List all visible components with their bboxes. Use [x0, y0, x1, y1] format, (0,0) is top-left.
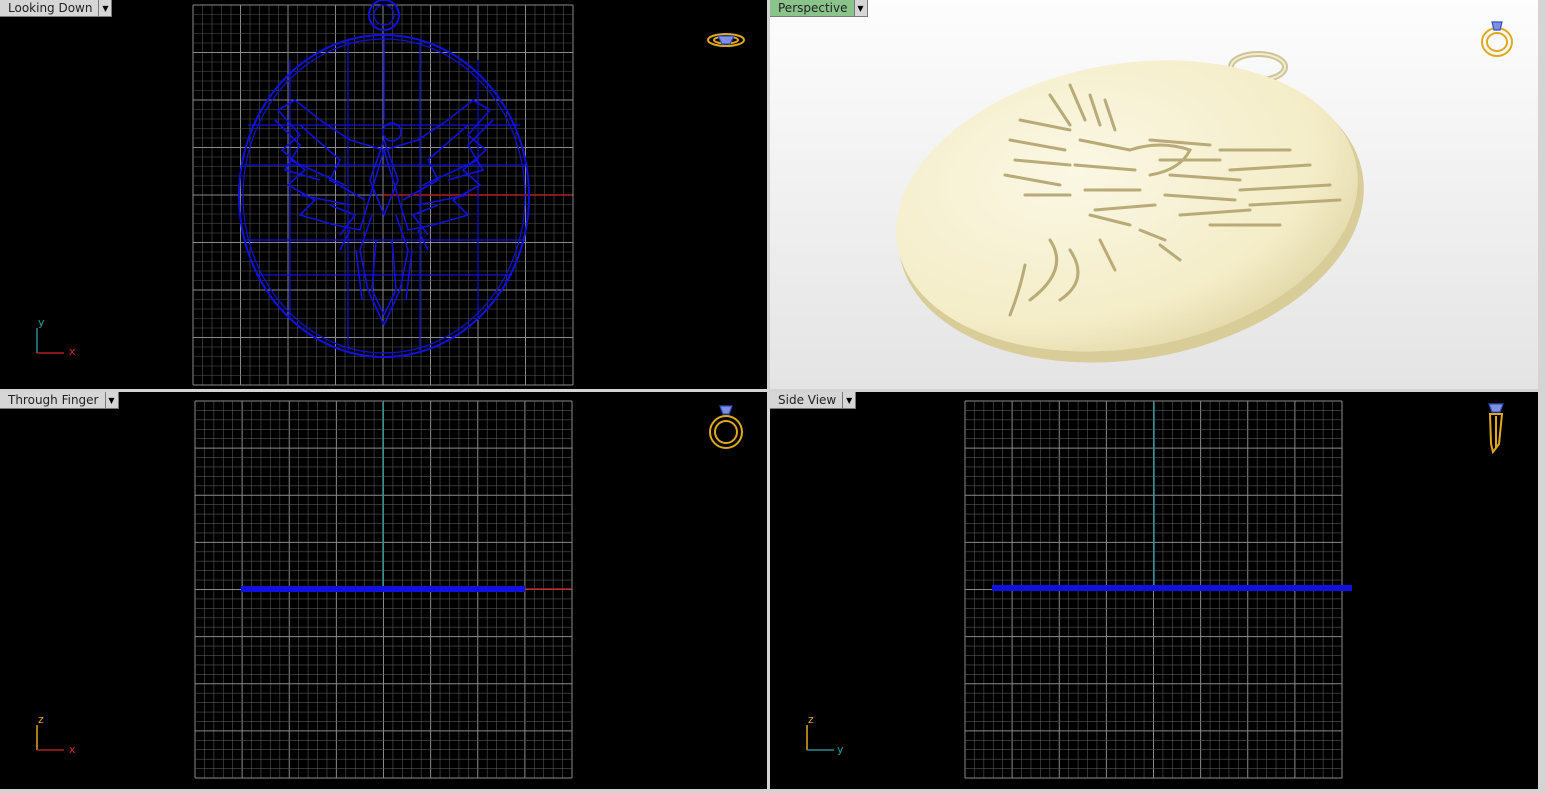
- viewport-tab-looking-down[interactable]: Looking Down ▼: [0, 0, 113, 17]
- ring-perspective-icon: [1481, 21, 1513, 57]
- ring-front-view-icon: [709, 405, 743, 449]
- viewport-tab-through-finger[interactable]: Through Finger ▼: [0, 392, 119, 409]
- dropdown-arrow-icon[interactable]: ▼: [843, 392, 857, 409]
- axis-label-h: x: [69, 345, 76, 358]
- side-view-canvas: z y: [806, 400, 1504, 779]
- axis-label-v: z: [38, 713, 44, 726]
- pendant-profile: [992, 585, 1352, 591]
- viewport-side-view[interactable]: Side View ▼ z y: [770, 392, 1538, 789]
- viewport-tab-label: Side View: [770, 392, 844, 409]
- pendant-wireframe: [238, 0, 530, 358]
- axis-label-h: y: [837, 743, 844, 756]
- viewport-tab-label: Looking Down: [0, 0, 100, 17]
- axis-label-v: y: [38, 316, 45, 329]
- axis-label-v: z: [808, 713, 814, 726]
- axis-indicator: z y: [806, 713, 844, 756]
- ring-side-view-icon: [1488, 403, 1504, 455]
- dropdown-arrow-icon[interactable]: ▼: [854, 0, 868, 17]
- pendant-profile: [241, 586, 525, 592]
- axis-label-h: x: [69, 743, 76, 756]
- viewport-tab-label: Perspective: [770, 0, 855, 17]
- viewport-through-finger[interactable]: Through Finger ▼ z x: [0, 392, 767, 789]
- viewport-tab-perspective[interactable]: Perspective ▼: [770, 0, 868, 17]
- viewport-perspective[interactable]: Perspective ▼: [770, 0, 1538, 389]
- perspective-canvas: [896, 21, 1513, 363]
- viewport-tab-side-view[interactable]: Side View ▼: [770, 392, 857, 409]
- looking-down-canvas: y x: [36, 0, 745, 386]
- axis-indicator: y x: [36, 316, 76, 358]
- dropdown-arrow-icon[interactable]: ▼: [99, 0, 113, 17]
- ring-top-view-icon: [707, 33, 745, 47]
- viewport-tab-label: Through Finger: [0, 392, 106, 409]
- viewport-looking-down[interactable]: Looking Down ▼ y x: [0, 0, 767, 389]
- through-finger-canvas: z x: [36, 400, 743, 779]
- dropdown-arrow-icon[interactable]: ▼: [105, 392, 119, 409]
- axis-indicator: z x: [36, 713, 76, 756]
- phoenix-artwork: [274, 99, 494, 327]
